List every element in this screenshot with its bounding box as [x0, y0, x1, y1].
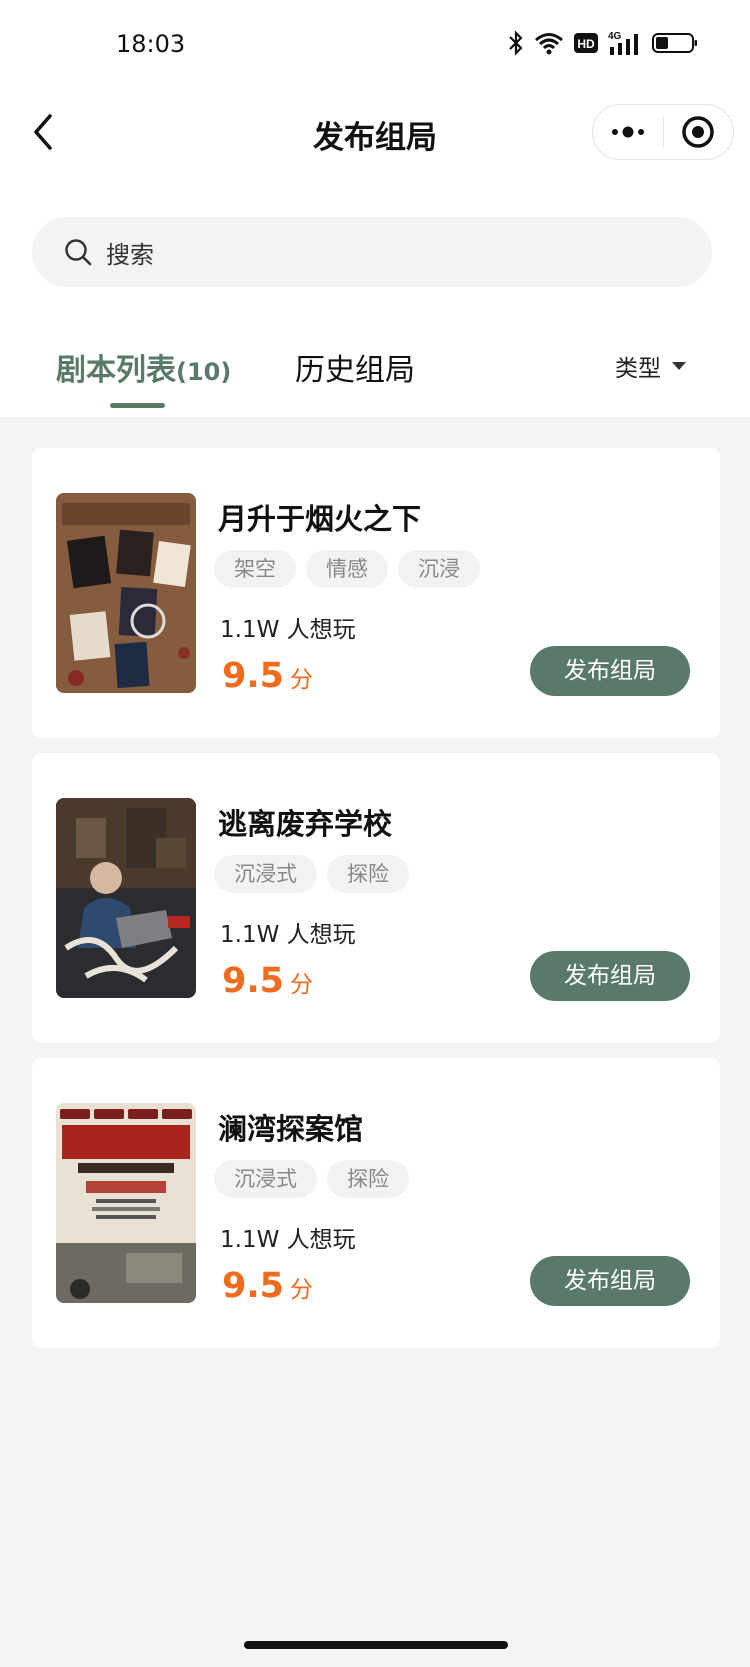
- script-score: 9.5 分: [222, 656, 313, 696]
- score-value: 9.5: [222, 961, 285, 1001]
- dropdown-icon: [672, 362, 686, 370]
- script-cover-image: [56, 798, 196, 998]
- script-cover-image: [56, 1103, 196, 1303]
- script-title: 逃离废弃学校: [218, 807, 393, 841]
- tab-script-list-count: (10): [176, 358, 232, 386]
- script-tags: 架空 情感 沉浸: [214, 550, 480, 588]
- script-tag: 沉浸: [398, 550, 480, 588]
- hd-icon: HD: [574, 33, 598, 53]
- script-cover-image: [56, 493, 196, 693]
- mini-program-capsule: [592, 104, 734, 160]
- home-indicator: [244, 1641, 508, 1649]
- script-score: 9.5 分: [222, 1266, 313, 1306]
- score-unit: 分: [290, 667, 314, 693]
- script-tag: 探险: [327, 855, 409, 893]
- search-placeholder: 搜索: [106, 240, 154, 269]
- script-tags: 沉浸式 探险: [214, 1160, 409, 1198]
- more-button[interactable]: [593, 104, 663, 160]
- score-unit: 分: [290, 1277, 314, 1303]
- wanted-count: 1.1W 人想玩: [220, 617, 356, 643]
- close-program-button[interactable]: [664, 104, 734, 160]
- wifi-icon: [535, 33, 563, 55]
- search-icon: [65, 239, 92, 266]
- tab-history[interactable]: 历史组局: [295, 345, 415, 389]
- tab-active-indicator: [110, 403, 165, 408]
- battery-icon: [652, 33, 697, 53]
- tab-script-list[interactable]: 剧本列表(10): [56, 345, 231, 389]
- wanted-count: 1.1W 人想玩: [220, 1227, 356, 1253]
- script-card[interactable]: 逃离废弃学校 沉浸式 探险 1.1W 人想玩 9.5 分 发布组局: [32, 753, 720, 1043]
- status-icons: HD 4G: [508, 30, 698, 56]
- script-tag: 架空: [214, 550, 296, 588]
- score-unit: 分: [290, 972, 314, 998]
- script-tag: 沉浸式: [214, 855, 317, 893]
- script-card[interactable]: 月升于烟火之下 架空 情感 沉浸 1.1W 人想玩 9.5 分 发布组局: [32, 448, 720, 738]
- script-score: 9.5 分: [222, 961, 313, 1001]
- tab-script-list-label: 剧本列表: [56, 353, 176, 388]
- script-tag: 情感: [306, 550, 388, 588]
- script-tag: 沉浸式: [214, 1160, 317, 1198]
- type-filter-label: 类型: [615, 356, 661, 382]
- script-title: 月升于烟火之下: [218, 502, 422, 536]
- score-value: 9.5: [222, 1266, 285, 1306]
- type-filter[interactable]: 类型: [615, 349, 687, 383]
- publish-button[interactable]: 发布组局: [530, 951, 690, 1001]
- more-icon: [611, 126, 644, 138]
- network-label: 4G: [608, 31, 622, 42]
- script-card[interactable]: 澜湾探案馆 沉浸式 探险 1.1W 人想玩 9.5 分 发布组局: [32, 1058, 720, 1348]
- script-title: 澜湾探案馆: [218, 1112, 364, 1146]
- bluetooth-icon: [509, 30, 523, 56]
- script-tags: 沉浸式 探险: [214, 855, 409, 893]
- svg-text:HD: HD: [577, 37, 595, 51]
- search-input[interactable]: 搜索: [32, 217, 712, 287]
- publish-button[interactable]: 发布组局: [530, 646, 690, 696]
- score-value: 9.5: [222, 656, 285, 696]
- cellular-icon: 4G: [608, 31, 638, 55]
- publish-button[interactable]: 发布组局: [530, 1256, 690, 1306]
- script-tag: 探险: [327, 1160, 409, 1198]
- status-time: 18:03: [116, 30, 186, 58]
- target-icon: [682, 116, 714, 148]
- wanted-count: 1.1W 人想玩: [220, 922, 356, 948]
